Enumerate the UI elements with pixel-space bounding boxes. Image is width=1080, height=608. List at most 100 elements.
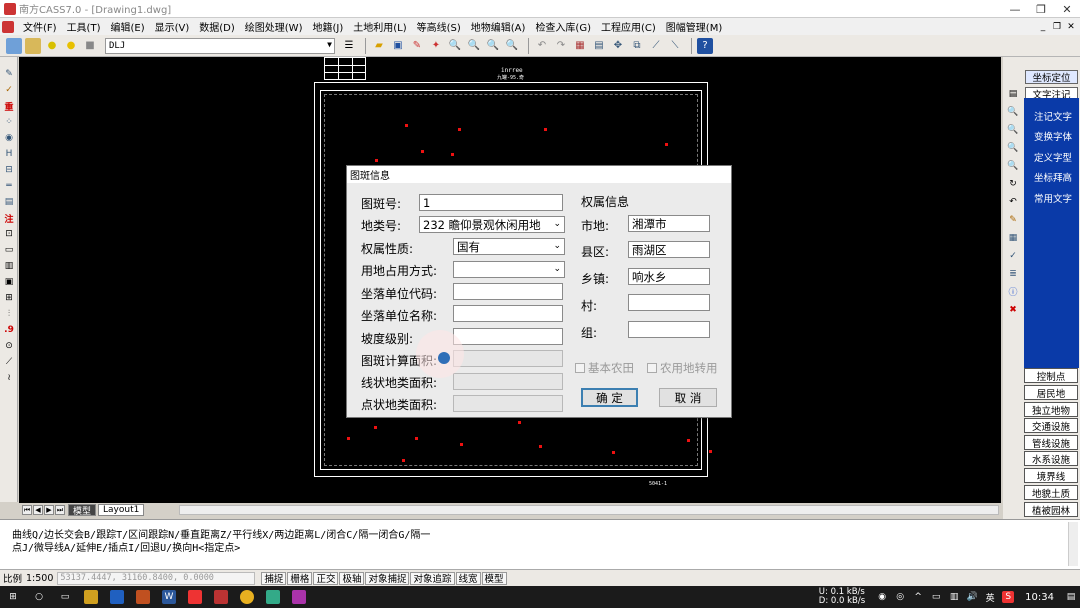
zoom-extents-icon[interactable]: 🔍 (504, 38, 520, 54)
cancel-button[interactable]: 取 消 (659, 388, 717, 407)
grid-toggle[interactable]: 栅格 (287, 571, 313, 585)
menu-engineering[interactable]: 工程应用(C) (596, 19, 661, 34)
point-icon[interactable]: ✎ (2, 67, 16, 81)
coord-locate-button[interactable]: 坐标定位 (1025, 70, 1078, 84)
elevation-icon[interactable]: .9 (2, 323, 16, 337)
clock[interactable]: 10:34 (1025, 592, 1054, 603)
menu-draw[interactable]: 绘图处理(W) (240, 19, 308, 34)
survey-point[interactable] (415, 437, 418, 440)
save-icon[interactable]: ▣ (390, 38, 406, 54)
doc-close-icon[interactable]: ✕ (1064, 21, 1078, 33)
layer-state-icon[interactable] (25, 37, 41, 54)
height-icon[interactable]: H (2, 147, 16, 161)
otrack-toggle[interactable]: 对象追踪 (410, 571, 455, 585)
group-input[interactable] (628, 321, 710, 338)
model-toggle[interactable]: 模型 (481, 571, 507, 585)
pencil-icon[interactable]: ✎ (409, 38, 425, 54)
explorer-icon[interactable] (84, 590, 98, 604)
control-point-button[interactable]: 控制点 (1024, 368, 1078, 383)
lineweight-toggle[interactable]: 线宽 (455, 571, 481, 585)
dimension-icon[interactable]: ⟍ (667, 38, 683, 54)
edit-icon[interactable]: ✎ (1006, 213, 1020, 226)
bulb-icon[interactable]: ● (44, 38, 60, 54)
road-icon[interactable]: ⫶ (2, 307, 16, 321)
layer-tool-icon[interactable]: ▤ (2, 195, 16, 209)
zoom-in-icon[interactable]: 🔍 (466, 38, 482, 54)
menu-edit[interactable]: 编辑(E) (105, 19, 149, 34)
independent-feature-button[interactable]: 独立地物 (1024, 402, 1078, 417)
vegetation-button[interactable]: 植被园林 (1024, 502, 1078, 517)
unit-code-input[interactable] (453, 283, 563, 300)
hatch-icon[interactable]: ▥ (2, 259, 16, 273)
survey-point[interactable] (665, 143, 668, 146)
survey-point[interactable] (709, 450, 712, 453)
scale-value[interactable]: 1:500 (26, 573, 53, 584)
network-icon[interactable]: ▥ (948, 591, 960, 603)
horizontal-scrollbar[interactable] (179, 505, 999, 515)
occupation-select[interactable]: ⌄ (453, 261, 565, 278)
rectangle-icon[interactable]: ▭ (2, 243, 16, 257)
undo-icon[interactable]: ↶ (1006, 195, 1020, 208)
maximize-icon[interactable]: ❐ (1028, 0, 1054, 18)
snap-toggle[interactable]: 捕捉 (261, 571, 287, 585)
camera-icon[interactable]: ◉ (2, 131, 16, 145)
grid-icon[interactable]: ▦ (572, 38, 588, 54)
survey-point[interactable] (460, 443, 463, 446)
undo-icon[interactable]: ↶ (534, 38, 550, 54)
circle-icon[interactable]: ⊙ (2, 339, 16, 353)
move-icon[interactable]: ✥ (610, 38, 626, 54)
polyline-icon[interactable]: ✓ (2, 83, 16, 97)
arc-icon[interactable]: ⟋ (2, 355, 16, 369)
zoom-icon[interactable]: 🔍 (1006, 105, 1020, 118)
grid-snap-icon[interactable]: ⁘ (2, 115, 16, 129)
delete-icon[interactable]: ✖ (1006, 303, 1020, 316)
block-icon[interactable]: ▣ (2, 275, 16, 289)
boundary-button[interactable]: 境界线 (1024, 468, 1078, 483)
define-font-item[interactable]: 定义字型 (1027, 150, 1079, 164)
last-tab-icon[interactable]: ⏭ (55, 505, 65, 515)
redraw-icon[interactable]: 重 (2, 99, 16, 113)
check-icon[interactable]: ✓ (1006, 249, 1020, 262)
pan-icon[interactable]: ✦ (428, 38, 444, 54)
zoom-window-icon[interactable]: 🔍 (447, 38, 463, 54)
polygon-icon[interactable]: ⊡ (2, 227, 16, 241)
task-view-icon[interactable]: ▭ (58, 590, 72, 604)
common-text-item[interactable]: 常用文字 (1027, 191, 1079, 205)
survey-point[interactable] (612, 451, 615, 454)
cass-icon[interactable] (214, 590, 228, 604)
pipeline-button[interactable]: 管线设施 (1024, 435, 1078, 450)
notification-icon[interactable]: ▤ (1065, 591, 1077, 603)
menu-tools[interactable]: 工具(T) (62, 19, 106, 34)
app-icon[interactable] (110, 590, 124, 604)
copy-icon[interactable]: ⧉ (629, 38, 645, 54)
app-icon[interactable] (136, 590, 150, 604)
start-icon[interactable]: ⊞ (6, 590, 20, 604)
label-icon[interactable]: ⊟ (2, 163, 16, 177)
volume-icon[interactable]: 🔊 (966, 591, 978, 603)
coord-elevation-item[interactable]: 坐标拜高 (1027, 170, 1079, 184)
first-tab-icon[interactable]: ⏮ (22, 505, 32, 515)
sun-icon[interactable]: ● (63, 38, 79, 54)
survey-point[interactable] (421, 150, 424, 153)
battery-icon[interactable]: ▭ (930, 591, 942, 603)
ruler-icon[interactable]: ═ (2, 179, 16, 193)
menu-file[interactable]: 文件(F) (18, 19, 62, 34)
annotate-icon[interactable]: 注 (2, 211, 16, 225)
tab-layout1[interactable]: Layout1 (98, 504, 145, 516)
survey-point[interactable] (375, 159, 378, 162)
slope-input[interactable] (453, 328, 563, 345)
survey-point[interactable] (458, 128, 461, 131)
survey-point[interactable] (687, 439, 690, 442)
list-icon[interactable]: ≣ (1006, 267, 1020, 280)
tab-model[interactable]: 模型 (68, 504, 97, 517)
ortho-toggle[interactable]: 正交 (313, 571, 339, 585)
properties-icon[interactable]: ☰ (341, 38, 357, 54)
menu-check[interactable]: 检查入库(G) (530, 19, 596, 34)
app-icon[interactable] (188, 590, 202, 604)
help-icon[interactable]: ? (697, 37, 713, 54)
osnap-toggle[interactable]: 对象捕捉 (365, 571, 410, 585)
close-icon[interactable]: ✕ (1054, 0, 1080, 18)
survey-point[interactable] (518, 421, 521, 424)
menu-land-use[interactable]: 土地利用(L) (348, 19, 411, 34)
water-button[interactable]: 水系设施 (1024, 451, 1078, 466)
